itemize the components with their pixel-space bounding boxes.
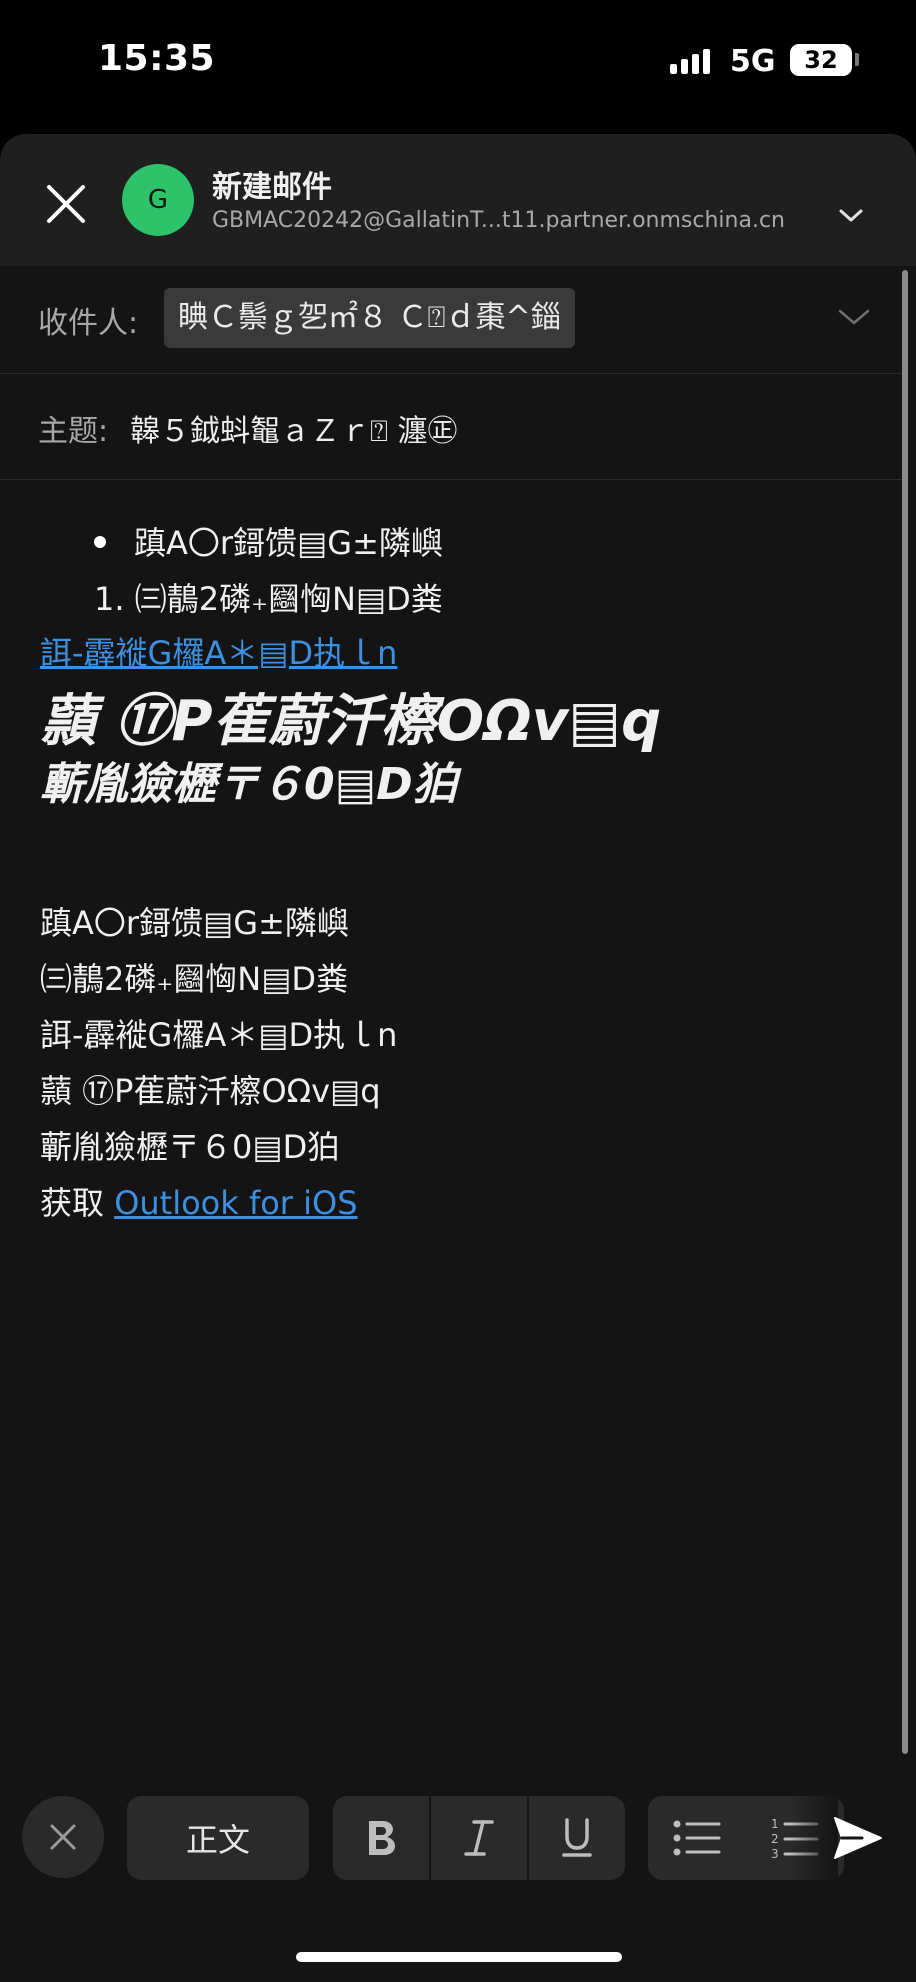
- chevron-down-icon[interactable]: [836, 306, 872, 328]
- text-format-group: [333, 1796, 625, 1880]
- underline-button[interactable]: [529, 1796, 625, 1880]
- body-text-line: 蘏 ⑰P萑蔚汘檫OΩv▤q: [40, 1072, 381, 1110]
- to-label: 收件人:: [38, 306, 139, 341]
- send-icon: [834, 1817, 882, 1859]
- subject-label: 主题:: [38, 414, 109, 449]
- svg-text:3: 3: [771, 1847, 779, 1860]
- text-style-button[interactable]: 正文: [127, 1796, 309, 1880]
- from-account[interactable]: GBMAC20242@GallatinT...t11.partner.onmsc…: [212, 208, 785, 233]
- signature: 获取 Outlook for iOS: [40, 1178, 358, 1224]
- scrollbar[interactable]: [902, 270, 908, 1754]
- svg-text:1: 1: [771, 1817, 779, 1831]
- close-icon: [47, 185, 85, 223]
- signature-link[interactable]: Outlook for iOS: [114, 1184, 357, 1222]
- close-button[interactable]: [36, 174, 96, 234]
- close-icon: [50, 1824, 76, 1850]
- subject-field[interactable]: 主题: 韟５鉞蚪鼅ａＺｒ⍰ 瀍㊣: [0, 374, 906, 480]
- bold-icon: [369, 1821, 395, 1855]
- underline-icon: [562, 1818, 592, 1857]
- chevron-down-icon[interactable]: [836, 206, 866, 226]
- bullet-list-icon: [673, 1820, 721, 1856]
- body-heading-1: 蘏 ⑰P萑蔚汘檫OΩv▤q: [40, 689, 662, 754]
- send-button[interactable]: [822, 1802, 894, 1874]
- recipient-chip[interactable]: 睓Ｃ鬃ｇ乫㎡８ Ｃ⍰ｄ棗^錙: [164, 288, 575, 348]
- body-text-line: 蹎A〇r鎶馈▤G±隣嶼: [40, 904, 349, 942]
- body-link[interactable]: 誀-霹褷G欏A＊▤D执ｌn: [40, 628, 397, 674]
- compose-sheet: G 新建邮件 GBMAC20242@GallatinT...t11.partne…: [0, 134, 916, 1982]
- list-number: 1.: [94, 580, 125, 618]
- list-item-text: ㈢鶄2磷₊圝恟N▤D粪: [134, 580, 443, 618]
- battery-cap: [855, 53, 859, 66]
- body-text-line: 誀-霹褷G欏A＊▤D执ｌn: [40, 1016, 398, 1054]
- list-item: 蹎A〇r鎶馈▤G±隣嶼: [134, 524, 443, 562]
- page-title: 新建邮件: [212, 170, 332, 205]
- signal-icon: [670, 44, 710, 74]
- avatar[interactable]: G: [122, 164, 194, 236]
- numbered-list-item: 1. ㈢鶄2磷₊圝恟N▤D粪: [94, 574, 443, 620]
- body-text-line: ㈢鶄2磷₊圝恟N▤D粪: [40, 960, 349, 998]
- bullet-list-button[interactable]: [648, 1796, 746, 1880]
- subject-input[interactable]: 韟５鉞蚪鼅ａＺｒ⍰ 瀍㊣: [130, 406, 458, 450]
- status-bar: 15:35 5G 32: [0, 0, 916, 120]
- body-heading-2: 蘄胤獫櫪〒６0▤D狛: [40, 759, 457, 810]
- bold-button[interactable]: [333, 1796, 431, 1880]
- battery-icon: 32: [790, 44, 852, 76]
- close-toolbar-button[interactable]: [22, 1796, 104, 1878]
- format-toolbar: 正文 1 2 3: [0, 1796, 916, 1880]
- body-text-line: 蘄胤獫櫪〒６0▤D狛: [40, 1128, 340, 1166]
- italic-button[interactable]: [431, 1796, 529, 1880]
- compose-header: G 新建邮件 GBMAC20242@GallatinT...t11.partne…: [0, 134, 916, 266]
- status-time: 15:35: [98, 38, 216, 79]
- network-type: 5G: [730, 44, 776, 79]
- home-indicator: [296, 1952, 622, 1962]
- signature-text: 获取: [40, 1184, 115, 1222]
- to-field[interactable]: 收件人: 睓Ｃ鬃ｇ乫㎡８ Ｃ⍰ｄ棗^錙: [0, 266, 906, 374]
- svg-text:2: 2: [771, 1832, 779, 1846]
- bullet-point: [94, 536, 106, 548]
- italic-icon: [464, 1820, 494, 1856]
